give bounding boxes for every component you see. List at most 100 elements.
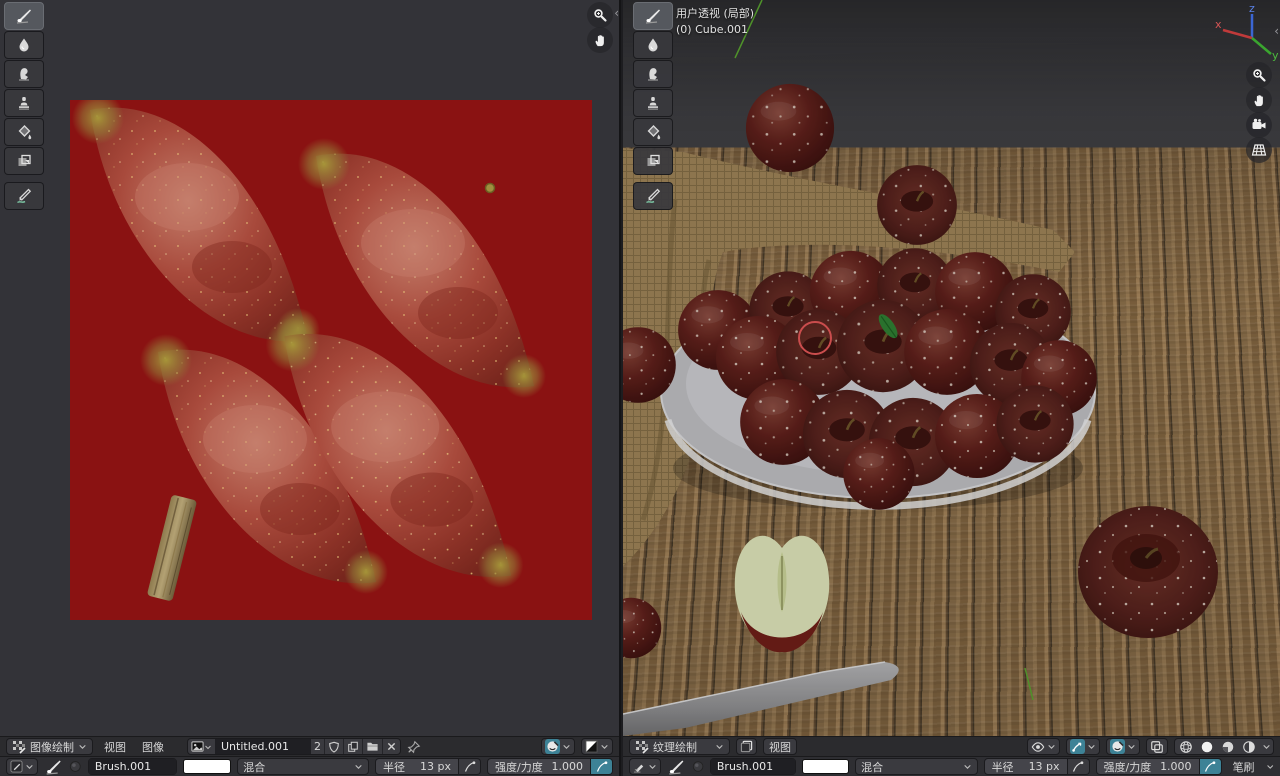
pin-icon[interactable]	[407, 740, 421, 754]
fake-user-button[interactable]	[324, 739, 343, 754]
viewport-tool-settings: Brush.001 混合 半径 13 px 强度/力度 1.000 笔刷	[623, 756, 1280, 776]
tool-annotate[interactable]	[4, 182, 44, 210]
unlink-image-button[interactable]	[382, 739, 400, 754]
open-image-button[interactable]	[362, 739, 382, 754]
chevron-down-icon	[1266, 765, 1273, 769]
viewport-header: 纹理绘制 视图	[623, 736, 1280, 756]
radius-slider[interactable]: 半径 13 px	[375, 758, 460, 775]
mode-selector[interactable]: 纹理绘制	[629, 738, 730, 755]
tool-mask[interactable]	[633, 147, 673, 175]
gizmo-arrow-icon	[1072, 742, 1082, 752]
tool-smear[interactable]	[4, 60, 44, 88]
tool-annotate[interactable]	[633, 182, 673, 210]
display-channels-selector[interactable]	[581, 738, 613, 755]
brush-icon	[669, 760, 684, 775]
paint-mask-toggle[interactable]	[736, 738, 757, 755]
brush-panel-label[interactable]: 笔刷	[1228, 759, 1260, 775]
shading-rendered-button[interactable]	[1238, 739, 1259, 754]
show-gizmo-toggle[interactable]	[1066, 738, 1100, 755]
brush-preview-thumbnail[interactable]	[69, 760, 82, 773]
pan-tool-button[interactable]	[587, 27, 613, 53]
paint-overlay-settings[interactable]	[541, 738, 575, 755]
tool-soften[interactable]	[633, 31, 673, 59]
show-overlays-toggle[interactable]	[1106, 738, 1140, 755]
axis-x-label: x	[1215, 18, 1222, 31]
shading-solid-button[interactable]	[1196, 739, 1217, 754]
viewport-3d: 用户透视 (局部) (0) Cube.001 z x y ‹ 纹理绘制 视图 B…	[623, 0, 1280, 776]
strength-slider[interactable]: 强度/力度 1.000	[1095, 758, 1200, 775]
sidebar-collapse-arrow[interactable]: ‹	[1274, 24, 1279, 38]
brush-name-field[interactable]: Brush.001	[710, 759, 796, 774]
radius-pressure-toggle[interactable]	[1067, 758, 1090, 775]
eye-icon	[1031, 741, 1045, 752]
orthographic-toggle-button[interactable]	[1246, 137, 1272, 163]
uv-calyx-island	[484, 182, 496, 194]
smear-thumb-icon	[648, 68, 658, 81]
active-tool-selector[interactable]	[6, 758, 38, 775]
tool-draw[interactable]	[4, 2, 44, 30]
menu-image[interactable]: 图像	[137, 739, 169, 755]
tool-smear[interactable]	[633, 60, 673, 88]
strength-value: 1.000	[1160, 760, 1192, 773]
axis-z-label: z	[1249, 2, 1255, 15]
image-icon	[191, 741, 204, 752]
brush-color-swatch[interactable]	[182, 759, 232, 774]
camera-view-button[interactable]	[1246, 112, 1272, 138]
image-browse-button[interactable]	[188, 739, 215, 754]
brush-preview-thumbnail[interactable]	[692, 760, 704, 773]
chevron-down-icon	[563, 744, 570, 749]
viewport-canvas[interactable]: 用户透视 (局部) (0) Cube.001 z x y ‹	[623, 0, 1280, 736]
radius-pressure-toggle[interactable]	[459, 758, 482, 775]
blend-mode-dropdown[interactable]: 混合	[855, 758, 978, 775]
strength-slider[interactable]: 强度/力度 1.000	[487, 758, 592, 775]
zoom-tool-button[interactable]	[587, 2, 613, 28]
uv-texture-image[interactable]	[70, 100, 592, 620]
image-users-count-button[interactable]: 2	[311, 739, 324, 754]
menu-view[interactable]: 视图	[763, 738, 797, 755]
brush-color-swatch[interactable]	[802, 759, 850, 774]
tool-fill[interactable]	[4, 118, 44, 146]
navigation-gizmo[interactable]: z x y	[1215, 2, 1280, 62]
strength-pressure-toggle[interactable]	[1199, 758, 1222, 775]
image-editor-canvas[interactable]: ‹	[0, 0, 619, 736]
image-paint-editor-icon	[13, 740, 26, 754]
tool-soften[interactable]	[4, 31, 44, 59]
xray-toggle[interactable]	[1146, 738, 1168, 755]
image-name-field[interactable]: Untitled.001	[215, 739, 311, 754]
overlays-icon	[1112, 741, 1124, 752]
chevron-down-icon	[1262, 744, 1270, 749]
texture-paint-mode-icon	[636, 740, 649, 754]
radius-slider[interactable]: 半径 13 px	[983, 758, 1068, 775]
chevron-down-icon	[649, 764, 656, 769]
radius-value: 13 px	[1028, 760, 1060, 773]
editor-type-selector[interactable]: 图像绘制	[6, 738, 93, 755]
active-tool-selector[interactable]	[629, 758, 661, 775]
pan-view-button[interactable]	[1246, 87, 1272, 113]
chevron-down-icon	[963, 764, 971, 769]
blend-mode-dropdown[interactable]: 混合	[237, 758, 370, 775]
menu-view[interactable]: 视图	[99, 739, 131, 755]
tool-clone[interactable]	[4, 89, 44, 117]
duplicate-icon	[348, 741, 358, 752]
sidebar-collapse-arrow[interactable]: ‹	[614, 6, 619, 20]
tool-clone[interactable]	[633, 89, 673, 117]
magnifier-icon	[594, 9, 607, 22]
chevron-down-icon	[26, 764, 33, 769]
tool-draw[interactable]	[633, 2, 673, 30]
brush-icon	[46, 760, 61, 775]
shading-material-button[interactable]	[1217, 739, 1238, 754]
object-visibility-selector[interactable]	[1027, 738, 1060, 755]
viewport-info-text: 用户透视 (局部) (0) Cube.001	[676, 6, 754, 38]
zoom-view-button[interactable]	[1246, 62, 1272, 88]
shading-dropdown[interactable]	[1259, 739, 1273, 754]
droplet-icon	[648, 38, 658, 52]
strength-pressure-toggle[interactable]	[591, 758, 614, 775]
tool-draw-icon	[633, 764, 644, 773]
brush-name-field[interactable]: Brush.001	[88, 759, 176, 774]
tool-fill[interactable]	[633, 118, 673, 146]
shading-wireframe-button[interactable]	[1175, 739, 1196, 754]
wireframe-sphere-icon	[1179, 740, 1192, 753]
color-alpha-channels-icon	[585, 740, 598, 753]
tool-mask[interactable]	[4, 147, 44, 175]
new-image-button[interactable]	[343, 739, 362, 754]
